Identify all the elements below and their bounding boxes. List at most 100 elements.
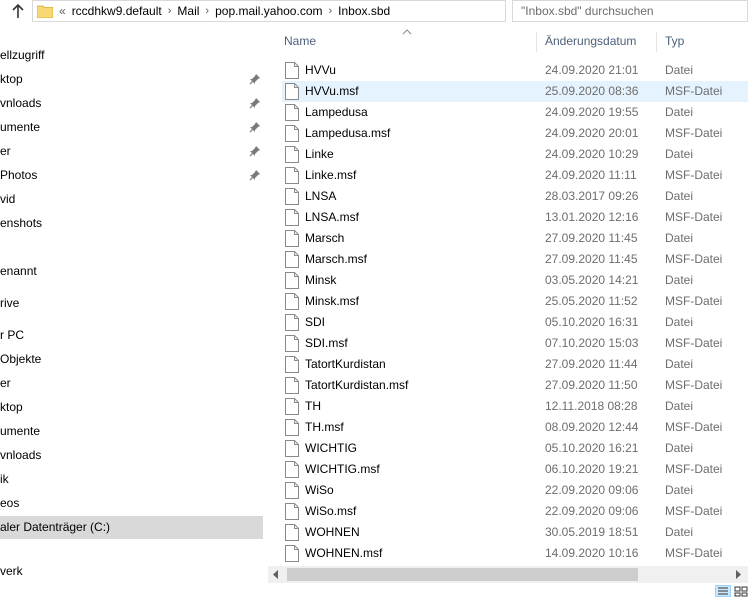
table-row[interactable]: SDI.msf 07.10.2020 15:03 MSF-Datei xyxy=(282,333,748,354)
nav-item[interactable] xyxy=(0,235,263,258)
nav-item[interactable]: enannt xyxy=(0,260,263,283)
file-date: 03.05.2020 14:21 xyxy=(545,273,639,287)
table-row[interactable]: TatortKurdistan.msf 27.09.2020 11:50 MSF-D… xyxy=(282,375,748,396)
file-icon xyxy=(285,335,299,352)
nav-item[interactable]: enshots xyxy=(0,212,263,235)
nav-item[interactable]: Photos xyxy=(0,164,263,187)
table-row[interactable]: TH.msf 08.09.2020 12:44 MSF-Datei xyxy=(282,417,748,438)
table-row[interactable]: HVVu.msf 25.09.2020 08:36 MSF-Datei xyxy=(282,81,748,102)
table-row[interactable]: Lampedusa 24.09.2020 19:55 Datei xyxy=(282,102,748,123)
nav-item-label: vnloads xyxy=(0,96,42,110)
scroll-left-arrow-icon[interactable] xyxy=(272,570,280,579)
file-icon xyxy=(285,545,299,562)
file-name: Linke.msf xyxy=(305,168,357,182)
chevron-right-icon[interactable]: › xyxy=(168,5,172,17)
table-row[interactable]: Minsk.msf 25.05.2020 11:52 MSF-Datei xyxy=(282,291,748,312)
nav-item[interactable]: umente xyxy=(0,420,263,443)
table-row[interactable]: LNSA 28.03.2017 09:26 Datei xyxy=(282,186,748,207)
table-row[interactable]: Linke.msf 24.09.2020 11:11 MSF-Datei xyxy=(282,165,748,186)
file-date: 24.09.2020 21:01 xyxy=(545,63,639,77)
file-date: 06.10.2020 19:21 xyxy=(545,462,639,476)
table-row[interactable]: TatortKurdistan 27.09.2020 11:44 Datei xyxy=(282,354,748,375)
scroll-right-arrow-icon[interactable] xyxy=(734,570,742,579)
column-divider[interactable] xyxy=(536,32,537,52)
file-name: Linke xyxy=(305,147,334,161)
file-type: Datei xyxy=(665,357,694,371)
nav-item[interactable]: vnloads xyxy=(0,444,263,467)
nav-item[interactable] xyxy=(0,582,263,597)
file-type: MSF-Datei xyxy=(665,210,723,224)
nav-item[interactable]: vnloads xyxy=(0,92,263,115)
file-name: WICHTIG xyxy=(305,441,357,455)
file-type: MSF-Datei xyxy=(665,378,723,392)
file-name: TH xyxy=(305,399,321,413)
chevron-right-icon[interactable]: › xyxy=(205,5,209,17)
nav-item[interactable]: r PC xyxy=(0,324,263,347)
file-date: 05.10.2020 16:31 xyxy=(545,315,639,329)
nav-item[interactable]: verk xyxy=(0,560,263,583)
search-input[interactable]: "Inbox.sbd" durchsuchen xyxy=(512,0,748,22)
chevron-right-icon[interactable]: › xyxy=(328,5,332,17)
scrollbar-thumb[interactable] xyxy=(287,568,638,581)
nav-item-label: ktop xyxy=(0,400,23,414)
pin-icon[interactable] xyxy=(249,97,261,109)
breadcrumb-item[interactable]: rccdhkw9.default xyxy=(72,4,162,18)
nav-item[interactable]: aler Datenträger (C:) xyxy=(0,516,263,539)
nav-item[interactable]: ktop xyxy=(0,396,263,419)
table-row[interactable]: WiSo.msf 22.09.2020 09:06 MSF-Datei xyxy=(282,501,748,522)
pin-icon[interactable] xyxy=(249,169,261,181)
column-divider[interactable] xyxy=(656,32,657,52)
pin-icon[interactable] xyxy=(249,145,261,157)
table-row[interactable]: SDI 05.10.2020 16:31 Datei xyxy=(282,312,748,333)
nav-item[interactable]: Objekte xyxy=(0,348,263,371)
table-row[interactable]: Marsch 27.09.2020 11:45 Datei xyxy=(282,228,748,249)
nav-item[interactable]: vid xyxy=(0,188,263,211)
nav-item[interactable]: er xyxy=(0,372,263,395)
breadcrumb-item[interactable]: pop.mail.yahoo.com xyxy=(215,4,322,18)
table-row[interactable]: HVVu 24.09.2020 21:01 Datei xyxy=(282,60,748,81)
address-bar[interactable]: « rccdhkw9.default › Mail › pop.mail.yah… xyxy=(32,0,506,22)
large-icons-view-icon[interactable] xyxy=(733,585,748,597)
table-row[interactable]: Lampedusa.msf 24.09.2020 20:01 MSF-Datei xyxy=(282,123,748,144)
file-date: 22.09.2020 09:06 xyxy=(545,483,639,497)
table-row[interactable]: WICHTIG.msf 06.10.2020 19:21 MSF-Datei xyxy=(282,459,748,480)
table-row[interactable]: TH 12.11.2018 08:28 Datei xyxy=(282,396,748,417)
breadcrumb-item[interactable]: Inbox.sbd xyxy=(338,4,390,18)
table-row[interactable]: WICHTIG 05.10.2020 16:21 Datei xyxy=(282,438,748,459)
table-row[interactable]: WiSo 22.09.2020 09:06 Datei xyxy=(282,480,748,501)
file-type: Datei xyxy=(665,147,694,161)
file-name: TatortKurdistan xyxy=(305,357,386,371)
file-icon xyxy=(285,293,299,310)
table-row[interactable]: LNSA.msf 13.01.2020 12:16 MSF-Datei xyxy=(282,207,748,228)
file-type: Datei xyxy=(665,315,694,329)
details-view-icon[interactable] xyxy=(715,585,731,597)
nav-item[interactable]: ellzugriff xyxy=(0,44,263,67)
up-arrow-icon[interactable] xyxy=(8,1,28,21)
breadcrumb-overflow[interactable]: « xyxy=(59,4,66,18)
nav-item-label: verk xyxy=(0,564,23,578)
file-icon xyxy=(285,461,299,478)
file-date: 13.01.2020 12:16 xyxy=(545,210,639,224)
nav-item-label: ellzugriff xyxy=(0,48,45,62)
breadcrumb-item[interactable]: Mail xyxy=(177,4,199,18)
table-row[interactable]: Minsk 03.05.2020 14:21 Datei xyxy=(282,270,748,291)
table-row[interactable]: Marsch.msf 27.09.2020 11:45 MSF-Datei xyxy=(282,249,748,270)
horizontal-scrollbar[interactable] xyxy=(268,566,748,583)
nav-item-label: er xyxy=(0,376,11,390)
table-row[interactable]: WOHNEN 30.05.2019 18:51 Datei xyxy=(282,522,748,543)
nav-item[interactable]: rive xyxy=(0,292,263,315)
file-icon xyxy=(285,440,299,457)
table-row[interactable]: Linke 24.09.2020 10:29 Datei xyxy=(282,144,748,165)
nav-item[interactable]: er xyxy=(0,140,263,163)
table-row[interactable]: WOHNEN.msf 14.09.2020 10:16 MSF-Datei xyxy=(282,543,748,564)
pin-icon[interactable] xyxy=(249,121,261,133)
file-name: WiSo xyxy=(305,483,334,497)
file-name: Marsch.msf xyxy=(305,252,368,266)
nav-item[interactable]: eos xyxy=(0,492,263,515)
nav-item[interactable]: ik xyxy=(0,468,263,491)
file-type: MSF-Datei xyxy=(665,546,723,560)
file-icon xyxy=(285,377,299,394)
nav-item[interactable]: ktop xyxy=(0,68,263,91)
pin-icon[interactable] xyxy=(249,73,261,85)
nav-item[interactable]: umente xyxy=(0,116,263,139)
